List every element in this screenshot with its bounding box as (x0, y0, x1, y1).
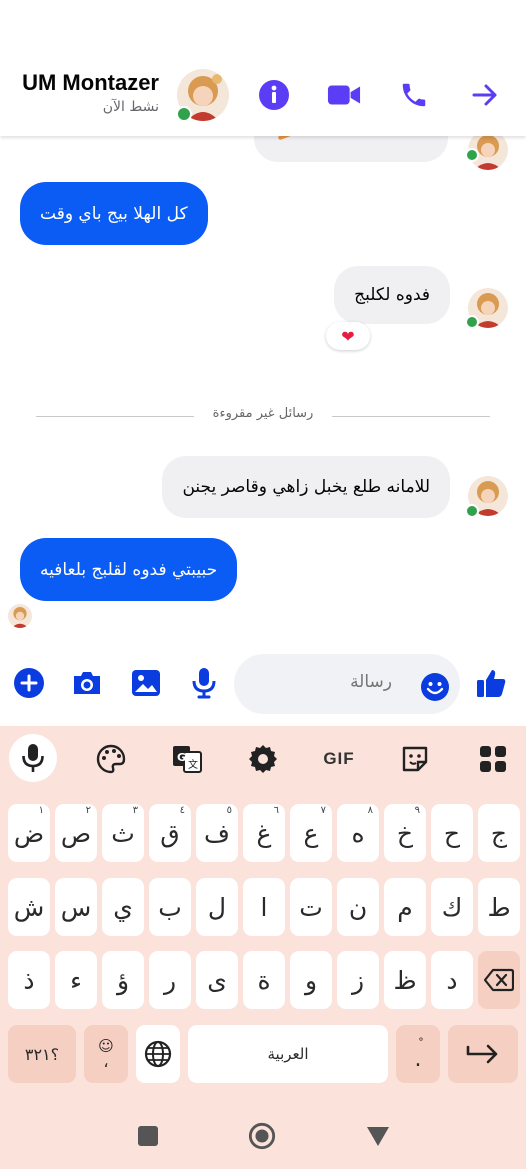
info-icon[interactable] (257, 78, 291, 112)
key-kaf[interactable]: ك (431, 878, 473, 936)
message-text: كل الهلا بيج باي وقت (40, 203, 188, 224)
backspace-key[interactable] (478, 951, 520, 1009)
key-ghain[interactable]: ٦غ (243, 804, 285, 862)
translate-icon[interactable]: G文 (168, 740, 206, 778)
unread-messages-divider: رسائل غير مقروءة (36, 406, 490, 426)
message-text: فدوه لكلبج (354, 285, 430, 305)
add-plus-icon[interactable] (12, 666, 46, 700)
key-qaf[interactable]: ٤ق (149, 804, 191, 862)
message-text: حبيبتي فدوه لقلبج بلعافيه (40, 559, 218, 580)
read-receipt-avatar (8, 604, 32, 628)
thumbs-up-icon[interactable] (474, 666, 508, 700)
key-alef[interactable]: ا (243, 878, 285, 936)
home-circle-icon[interactable] (248, 1122, 276, 1150)
contact-name: UM Montazer (22, 70, 159, 95)
key-waw[interactable]: و (290, 951, 332, 1009)
key-ain[interactable]: ٧ع (290, 804, 332, 862)
settings-gear-icon[interactable] (244, 740, 282, 778)
system-navigation-bar (0, 1098, 526, 1169)
phone-call-icon[interactable] (397, 78, 431, 112)
heart-reaction[interactable]: ❤ (326, 322, 370, 350)
key-taa-marbuta[interactable]: ة (243, 951, 285, 1009)
key-faa[interactable]: ٥ف (196, 804, 238, 862)
period-key[interactable]: ْ . (396, 1025, 440, 1083)
key-waw-hamza[interactable]: ؤ (102, 951, 144, 1009)
key-sad[interactable]: ٢ص (55, 804, 97, 862)
sticker-icon[interactable] (396, 740, 434, 778)
key-dal[interactable]: د (431, 951, 473, 1009)
numbers-symbols-key[interactable]: ؟٣٢١ (8, 1025, 76, 1083)
recent-apps-square-icon[interactable] (134, 1122, 162, 1150)
key-ha[interactable]: ٨ه (337, 804, 379, 862)
message-bubble-outgoing[interactable]: كل الهلا بيج باي وقت (20, 182, 208, 245)
key-noon[interactable]: ن (337, 878, 379, 936)
video-call-icon[interactable] (327, 78, 361, 112)
space-bar[interactable]: العربية (188, 1025, 388, 1083)
gallery-image-icon[interactable] (129, 666, 163, 700)
apps-grid-icon[interactable] (474, 740, 512, 778)
keyboard-toolbar: G文 GIF (0, 726, 526, 792)
key-yaa[interactable]: ي (102, 878, 144, 936)
svg-text:G: G (177, 751, 186, 764)
forward-arrow-icon[interactable] (468, 78, 502, 112)
emoji-comma-key[interactable]: ☺ ، (84, 1025, 128, 1083)
globe-icon (144, 1040, 172, 1068)
online-status-dot (465, 504, 479, 518)
message-list[interactable]: كل الهلا بيج باي وقت فدوه لكلبج ❤ رسائل … (0, 136, 526, 646)
key-dad[interactable]: ١ض (8, 804, 50, 862)
key-seen[interactable]: س (55, 878, 97, 936)
enter-arrow-icon (466, 1044, 498, 1064)
language-switch-key[interactable] (136, 1025, 180, 1083)
key-thaa[interactable]: ٣ث (102, 804, 144, 862)
message-bubble-incoming[interactable]: للامانه طلع يخبل زاهي وقاصر يجنن (162, 456, 450, 518)
emoji-smiley-icon[interactable] (420, 672, 450, 702)
gif-icon: GIF (323, 749, 355, 768)
message-text: للامانه طلع يخبل زاهي وقاصر يجنن (182, 477, 430, 497)
key-meem[interactable]: م (384, 878, 426, 936)
camera-icon[interactable] (70, 666, 104, 700)
key-khaa[interactable]: ٩خ (384, 804, 426, 862)
online-status-dot (465, 148, 479, 162)
key-hamza[interactable]: ء (55, 951, 97, 1009)
message-input-box[interactable] (234, 654, 460, 714)
message-input[interactable] (272, 672, 392, 692)
key-zaa[interactable]: ظ (384, 951, 426, 1009)
message-composer (0, 648, 526, 726)
heart-icon: ❤ (341, 326, 355, 346)
key-ta[interactable]: ت (290, 878, 332, 936)
active-status: نشط الآن (102, 99, 159, 115)
back-triangle-icon[interactable] (364, 1122, 392, 1150)
online-status-dot (176, 106, 192, 122)
key-taa[interactable]: ط (478, 878, 520, 936)
keyboard-voice-input-button[interactable] (9, 734, 57, 782)
message-bubble-incoming[interactable] (254, 136, 448, 162)
key-zay[interactable]: ز (337, 951, 379, 1009)
message-bubble-outgoing[interactable]: حبيبتي فدوه لقلبج بلعافيه (20, 538, 238, 601)
key-sheen[interactable]: ش (8, 878, 50, 936)
unread-divider-label: رسائل غير مقروءة (212, 406, 314, 421)
online-status-dot (465, 315, 479, 329)
key-lam[interactable]: ل (196, 878, 238, 936)
key-raa[interactable]: ر (149, 951, 191, 1009)
chat-header: UM Montazer نشط الآن (0, 0, 526, 136)
key-jeem[interactable]: ج (478, 804, 520, 862)
svg-text:文: 文 (188, 758, 198, 771)
key-thal[interactable]: ذ (8, 951, 50, 1009)
voice-mic-icon[interactable] (187, 666, 221, 700)
enter-key[interactable] (448, 1025, 518, 1083)
messenger-chat-screen: UM Montazer نشط الآن كل الهلا بيج باي وق… (0, 0, 526, 1169)
key-haa[interactable]: ح (431, 804, 473, 862)
message-bubble-incoming[interactable]: فدوه لكلبج (334, 266, 450, 324)
backspace-icon (484, 968, 514, 992)
gif-button[interactable]: GIF (316, 740, 362, 778)
theme-palette-icon[interactable] (92, 740, 130, 778)
arabic-keyboard: G文 GIF ج ح ٩خ ٨ه ٧ع ٦غ ٥ف ٤ق ٣ث ٢ص ١ض ط … (0, 726, 526, 1098)
key-alef-maqsura[interactable]: ى (196, 951, 238, 1009)
key-baa[interactable]: ب (149, 878, 191, 936)
emoji-fragment (277, 136, 293, 141)
